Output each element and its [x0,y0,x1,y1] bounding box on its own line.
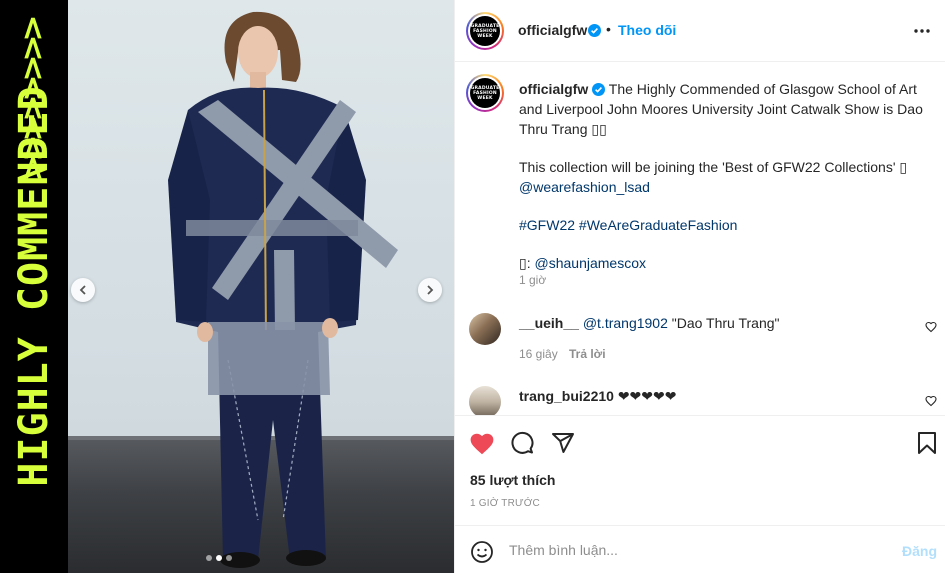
carousel-dot[interactable] [206,555,212,561]
mention-link[interactable]: @t.trang1902 [583,315,668,331]
comment-timestamp: 16 giây [519,347,558,361]
emoji-icon[interactable] [470,540,494,564]
caption-avatar[interactable]: GRADUATE FASHION WEEK [466,74,504,112]
bookmark-icon[interactable] [916,431,938,455]
more-horizontal-icon[interactable] [913,22,931,40]
carousel-dots [206,555,232,561]
comment-avatar[interactable] [469,313,501,345]
banner-text: HIGHLY COMMENDED [11,85,57,487]
highly-commended-banner: > > > > > > > > HIGHLY COMMENDED [0,0,68,573]
avatar[interactable]: GRADUATE FASHION WEEK [466,12,504,50]
comment-username[interactable]: __ueih__ [519,315,579,331]
comment-composer: Đăng [455,525,945,573]
comment-body: "Dao Thru Trang" [671,315,780,331]
comment-icon[interactable] [510,431,534,455]
post-actions: 85 lượt thích 1 GIỜ TRƯỚC [455,415,945,525]
post-comment-button[interactable]: Đăng [902,543,937,559]
separator-dot: • [606,21,611,37]
comment-avatar[interactable] [469,386,501,415]
post-details-panel: GRADUATE FASHION WEEK officialgfw • Theo… [454,0,945,573]
mention-link[interactable]: @wearefashion_lsad [519,179,650,195]
heart-outline-icon[interactable] [925,321,937,333]
caption-timestamp[interactable]: 1 giờ [519,273,546,287]
chevron-right-icon [427,285,434,295]
likes-count[interactable]: 85 lượt thích [470,472,555,488]
caption-line-2: This collection will be joining the 'Bes… [519,159,900,175]
heart-outline-icon[interactable] [925,395,937,407]
mention-link[interactable]: @shaunjamescox [535,255,647,271]
chevron-left-icon [79,285,86,295]
verified-badge-icon [588,24,601,37]
emoji-placeholder: ▯ [899,159,908,175]
emoji-placeholder: ▯ [519,255,527,271]
verified-badge-icon [592,83,606,96]
comment-username[interactable]: trang_bui2210 [519,388,614,404]
previous-photo-button[interactable] [71,278,95,302]
reply-button[interactable]: Trả lời [569,347,606,361]
comment-text: trang_bui2210 ❤❤❤❤❤ [519,388,899,405]
next-photo-button[interactable] [418,278,442,302]
carousel-dot[interactable] [216,555,222,561]
post-caption: officialgfw The Highly Commended of Glas… [519,79,929,273]
carousel-dot[interactable] [226,555,232,561]
heart-filled-icon[interactable] [469,431,495,457]
gfw-logo: GRADUATE FASHION WEEK [470,78,500,108]
comment-text: __ueih__ @t.trang1902 "Dao Thru Trang" [519,315,899,331]
credit-prefix: : [526,255,535,271]
post-header: GRADUATE FASHION WEEK officialgfw • Theo… [455,0,945,62]
post-timestamp: 1 GIỜ TRƯỚC [470,498,540,509]
comment-input[interactable] [509,537,889,563]
runway-model-image [168,11,398,568]
hashtag-link[interactable]: #GFW22 [519,217,575,233]
hashtag-link[interactable]: #WeAreGraduateFashion [579,217,738,233]
follow-button[interactable]: Theo dõi [618,22,676,38]
share-icon[interactable] [551,431,575,455]
emoji-placeholder: ▯▯ [591,121,607,137]
gfw-logo: GRADUATE FASHION WEEK [470,16,500,46]
caption-username[interactable]: officialgfw [519,81,588,97]
username-link[interactable]: officialgfw [518,22,587,38]
comment-body: ❤❤❤❤❤ [617,388,677,404]
comments-scroll-area[interactable]: GRADUATE FASHION WEEK officialgfw The Hi… [455,62,945,415]
post-photo[interactable] [68,0,454,573]
